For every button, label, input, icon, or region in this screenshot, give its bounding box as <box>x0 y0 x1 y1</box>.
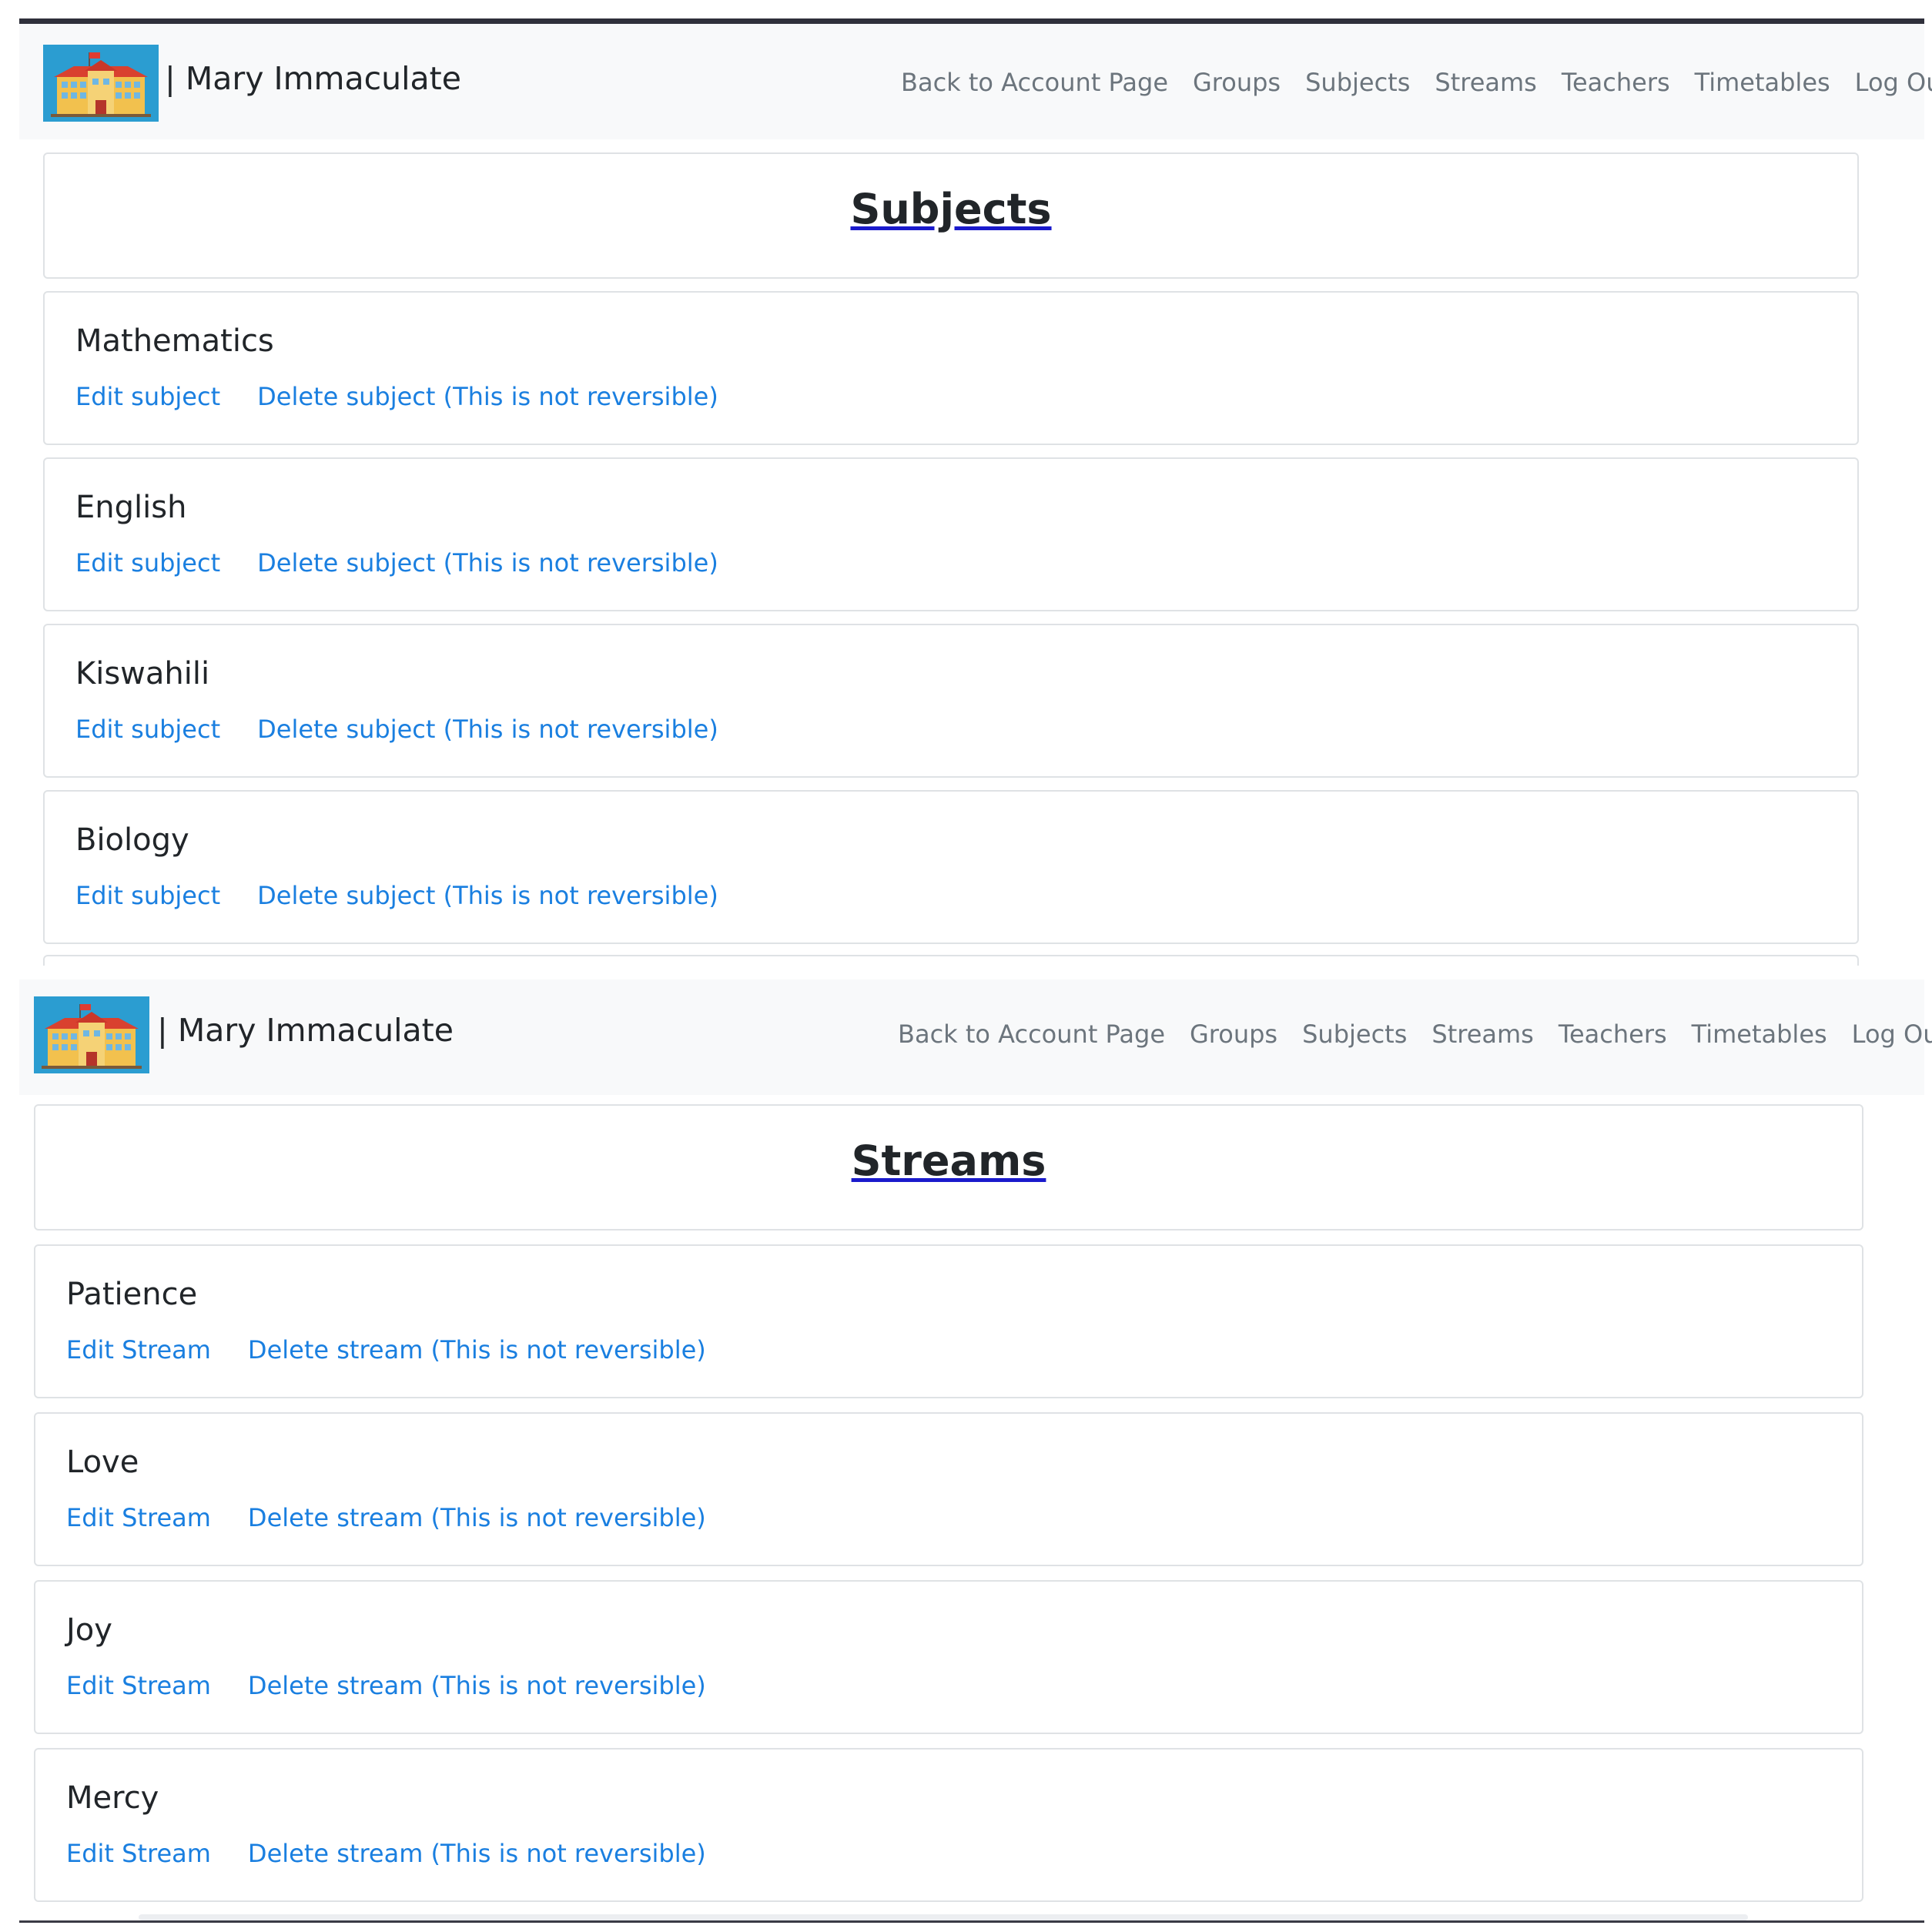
subject-card: English Edit subject Delete subject (Thi… <box>43 457 1859 611</box>
delete-stream-link[interactable]: Delete stream (This is not reversible) <box>248 1503 706 1532</box>
subject-name: Kiswahili <box>75 656 210 691</box>
delete-subject-link[interactable]: Delete subject (This is not reversible) <box>257 881 718 910</box>
nav-teachers[interactable]: Teachers <box>1559 1020 1667 1049</box>
brand-name[interactable]: | Mary Immaculate <box>165 60 461 97</box>
subject-name: Biology <box>75 822 189 858</box>
stream-card: Love Edit Stream Delete stream (This is … <box>34 1412 1863 1566</box>
nav-timetables[interactable]: Timetables <box>1692 1020 1827 1049</box>
edit-subject-link[interactable]: Edit subject <box>75 715 220 744</box>
nav-back-to-account[interactable]: Back to Account Page <box>901 68 1168 97</box>
stream-card: Mercy Edit Stream Delete stream (This is… <box>34 1748 1863 1902</box>
stream-card: Joy Edit Stream Delete stream (This is n… <box>34 1580 1863 1734</box>
page-title: Subjects <box>850 185 1052 233</box>
edit-stream-link[interactable]: Edit Stream <box>66 1335 211 1364</box>
bottom-border <box>19 1920 1924 1923</box>
main-nav: Back to Account Page Groups Subjects Str… <box>898 1020 1932 1049</box>
stream-name: Patience <box>66 1277 198 1312</box>
stream-name: Joy <box>66 1612 112 1648</box>
delete-stream-link[interactable]: Delete stream (This is not reversible) <box>248 1335 706 1364</box>
subject-name: Mathematics <box>75 323 274 359</box>
edit-subject-link[interactable]: Edit subject <box>75 881 220 910</box>
edit-stream-link[interactable]: Edit Stream <box>66 1839 211 1868</box>
subjects-heading-card: Subjects <box>43 152 1859 279</box>
nav-timetables[interactable]: Timetables <box>1695 68 1830 97</box>
nav-streams[interactable]: Streams <box>1435 68 1536 97</box>
nav-subjects[interactable]: Subjects <box>1302 1020 1407 1049</box>
nav-subjects[interactable]: Subjects <box>1305 68 1410 97</box>
streams-heading-card: Streams <box>34 1104 1863 1231</box>
subject-card: Kiswahili Edit subject Delete subject (T… <box>43 624 1859 778</box>
horizontal-scrollbar[interactable] <box>139 1914 1748 1920</box>
next-card-edge <box>43 955 1859 966</box>
nav-groups[interactable]: Groups <box>1193 68 1281 97</box>
edit-subject-link[interactable]: Edit subject <box>75 382 220 411</box>
school-logo[interactable] <box>34 996 149 1073</box>
stream-name: Mercy <box>66 1780 159 1816</box>
delete-subject-link[interactable]: Delete subject (This is not reversible) <box>257 382 718 411</box>
nav-teachers[interactable]: Teachers <box>1562 68 1670 97</box>
subject-card: Biology Edit subject Delete subject (Thi… <box>43 790 1859 944</box>
delete-subject-link[interactable]: Delete subject (This is not reversible) <box>257 715 718 744</box>
stream-name: Love <box>66 1445 139 1480</box>
page-title: Streams <box>851 1137 1046 1185</box>
edit-subject-link[interactable]: Edit subject <box>75 548 220 578</box>
edit-stream-link[interactable]: Edit Stream <box>66 1671 211 1700</box>
delete-subject-link[interactable]: Delete subject (This is not reversible) <box>257 548 718 578</box>
nav-groups[interactable]: Groups <box>1190 1020 1277 1049</box>
nav-back-to-account[interactable]: Back to Account Page <box>898 1020 1165 1049</box>
nav-log-out[interactable]: Log Out <box>1852 1020 1932 1049</box>
school-logo[interactable] <box>43 45 159 122</box>
brand-name[interactable]: | Mary Immaculate <box>157 1012 454 1049</box>
nav-log-out[interactable]: Log Out <box>1855 68 1932 97</box>
subject-name: English <box>75 490 187 525</box>
stream-card: Patience Edit Stream Delete stream (This… <box>34 1244 1863 1398</box>
nav-streams[interactable]: Streams <box>1431 1020 1533 1049</box>
delete-stream-link[interactable]: Delete stream (This is not reversible) <box>248 1671 706 1700</box>
main-nav: Back to Account Page Groups Subjects Str… <box>901 68 1932 97</box>
top-border <box>19 18 1924 24</box>
subject-card: Mathematics Edit subject Delete subject … <box>43 291 1859 445</box>
edit-stream-link[interactable]: Edit Stream <box>66 1503 211 1532</box>
delete-stream-link[interactable]: Delete stream (This is not reversible) <box>248 1839 706 1868</box>
